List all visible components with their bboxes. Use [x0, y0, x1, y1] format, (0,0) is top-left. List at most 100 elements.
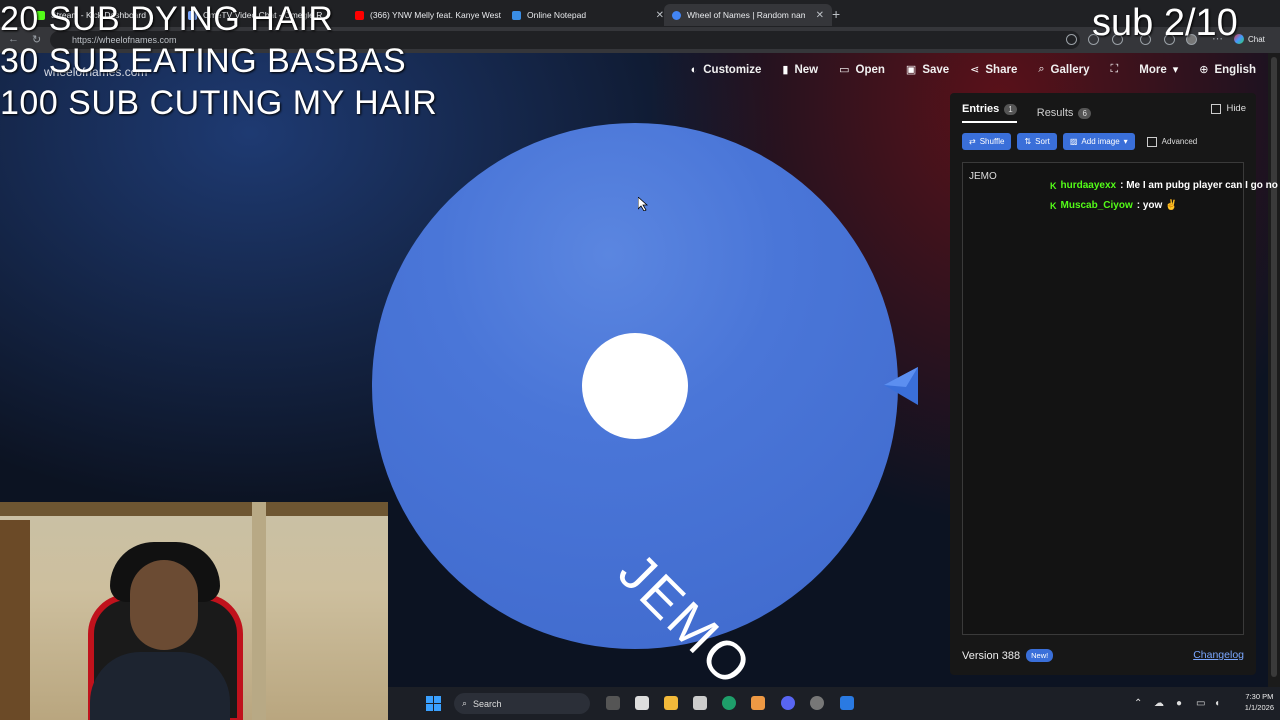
edge-icon[interactable]: [722, 696, 736, 710]
stream-chat-overlay: K hurdaayexx : Me I am pubg player can I…: [1050, 176, 1280, 216]
page-scrollbar[interactable]: [1268, 53, 1280, 687]
open-label: Open: [855, 63, 885, 76]
close-tab-icon[interactable]: ✕: [656, 10, 664, 21]
chat-message: K hurdaayexx : Me I am pubg player can I…: [1050, 176, 1280, 196]
chevron-down-icon: ▾: [1123, 137, 1128, 146]
version-info: Version 388 New!: [962, 649, 1054, 662]
palette-icon: ◐: [690, 63, 698, 76]
reader-icon[interactable]: [1066, 34, 1077, 45]
checkbox-box[interactable]: [1211, 103, 1222, 114]
language-button[interactable]: ⊕ English: [1199, 63, 1256, 77]
discord-icon[interactable]: [781, 696, 795, 710]
onedrive-icon[interactable]: ☁: [1154, 698, 1164, 709]
more-button[interactable]: More ▾: [1139, 63, 1179, 77]
chat-message: K Muscab_Ciyow : yow ✌: [1050, 196, 1280, 216]
tab-title: (366) YNW Melly feat. Kanye West: [370, 10, 502, 20]
kick-badge-icon: K: [1050, 201, 1057, 211]
fullscreen-icon: ⛶: [1110, 63, 1119, 75]
store-icon[interactable]: [693, 696, 707, 710]
save-button[interactable]: ▣ Save: [905, 63, 949, 77]
new-tab-icon[interactable]: +: [832, 6, 840, 22]
webcam-door-frame: [252, 502, 266, 720]
streamer-body: [90, 652, 230, 720]
search-icon: ⌕: [1038, 63, 1045, 75]
gallery-button[interactable]: ⌕ Gallery: [1038, 63, 1089, 76]
chevron-down-icon: ▾: [1172, 64, 1179, 76]
gallery-label: Gallery: [1050, 63, 1090, 76]
shuffle-label: Shuffle: [979, 137, 1005, 146]
windows-start-icon[interactable]: [426, 696, 441, 711]
globe-icon: ⊕: [1199, 64, 1209, 76]
webcam-door: [0, 520, 30, 720]
wheel-favicon-icon: [672, 10, 681, 20]
app-icon[interactable]: [810, 696, 824, 710]
fullscreen-button[interactable]: ⛶: [1111, 63, 1119, 76]
language-label: English: [1214, 63, 1256, 76]
checkbox-box[interactable]: [1146, 136, 1157, 147]
name-wheel[interactable]: JEMO: [372, 123, 898, 687]
advanced-label: Advanced: [1161, 137, 1198, 146]
new-label: New: [794, 63, 819, 76]
clock-date: 1/1/2026: [1244, 703, 1274, 712]
windows-taskbar: ⌕ Search ⌃ ☁ ● ▭ ◖ 7:30 PM 1/1/2026: [388, 687, 1280, 720]
customize-button[interactable]: ◐ Customize: [691, 63, 762, 76]
app-icon[interactable]: [635, 696, 649, 710]
entry-line: JEMO: [969, 171, 997, 182]
tab-results[interactable]: Results 6: [1037, 103, 1091, 123]
search-icon: ⌕: [462, 698, 468, 708]
results-count-badge: 6: [1078, 107, 1091, 119]
taskbar-search[interactable]: ⌕ Search: [454, 693, 590, 714]
wheel-pointer-icon: [884, 367, 918, 405]
app-icon[interactable]: [840, 696, 854, 710]
tab-results-label: Results: [1036, 107, 1074, 119]
close-tab-icon[interactable]: ✕: [816, 10, 824, 21]
copilot-chat-button[interactable]: Chat: [1234, 34, 1265, 44]
streamer-face: [130, 560, 198, 650]
new-button[interactable]: ▮ New: [782, 63, 819, 77]
hide-checkbox[interactable]: Hide: [1211, 103, 1246, 114]
goal-text-1: 20 SUB DYING HAIR: [0, 0, 334, 38]
chat-username: hurdaayexx: [1060, 180, 1117, 191]
youtube-icon: [355, 10, 364, 20]
image-icon: ▨: [1069, 137, 1078, 146]
share-button[interactable]: ⋖ Share: [970, 63, 1018, 77]
goal-text-2: 30 SUB EATING BASBAS: [0, 42, 407, 80]
add-image-label: Add image: [1081, 137, 1120, 146]
advanced-checkbox[interactable]: Advanced: [1146, 136, 1198, 147]
share-label: Share: [985, 63, 1018, 76]
save-icon: ▣: [905, 64, 917, 76]
tab-entries[interactable]: Entries 1: [962, 103, 1017, 123]
chat-text: : yow ✌: [1136, 200, 1178, 211]
changelog-link[interactable]: Changelog: [1193, 649, 1244, 661]
open-button[interactable]: ▭ Open: [839, 63, 885, 77]
file-explorer-icon[interactable]: [664, 696, 678, 710]
clock-time: 7:30 PM: [1245, 692, 1274, 701]
more-label: More: [1139, 63, 1167, 76]
tab-title: Online Notepad: [527, 10, 587, 20]
task-view-icon[interactable]: [606, 696, 620, 710]
folder-icon: ▭: [839, 64, 850, 76]
scrollbar-thumb[interactable]: [1271, 57, 1277, 677]
webcam-overlay: [0, 502, 388, 720]
tab-title: Wheel of Names | Random name: [687, 10, 805, 20]
sort-button[interactable]: ⇅ Sort: [1017, 133, 1057, 150]
chat-text: : Me I am pubg player can I go no: [1120, 180, 1278, 191]
network-icon[interactable]: ▭: [1196, 698, 1205, 709]
taskbar-clock[interactable]: 7:30 PM 1/1/2026: [1245, 691, 1274, 713]
browser-tab[interactable]: Online Notepad ✕: [504, 4, 672, 26]
webcam-ceiling: [0, 502, 388, 516]
hide-label: Hide: [1226, 103, 1246, 114]
browser-tab-active[interactable]: Wheel of Names | Random name ✕: [664, 4, 832, 26]
mouse-cursor-icon: [638, 197, 648, 211]
add-image-button[interactable]: ▨ Add image ▾: [1062, 133, 1135, 150]
microphone-icon[interactable]: ●: [1176, 698, 1182, 709]
volume-icon[interactable]: ◖: [1214, 698, 1220, 709]
app-icon[interactable]: [751, 696, 765, 710]
chat-username: Muscab_Ciyow: [1060, 200, 1133, 211]
browser-tab[interactable]: (366) YNW Melly feat. Kanye West: [347, 4, 510, 26]
goal-text-3: 100 SUB CUTING MY HAIR: [0, 84, 438, 122]
entries-textarea[interactable]: JEMO: [962, 162, 1244, 635]
tray-chevron-icon[interactable]: ⌃: [1134, 698, 1142, 709]
wheel-center-hub[interactable]: [582, 333, 688, 439]
shuffle-button[interactable]: ⇄ Shuffle: [962, 133, 1012, 150]
